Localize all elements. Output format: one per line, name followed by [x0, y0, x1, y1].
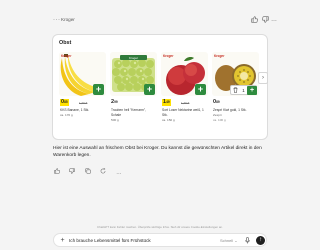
- app-label: Kroger: [61, 17, 75, 22]
- product-card[interactable]: Kroger + 149 1,79 € Sort Loser Nektarine…: [161, 52, 208, 138]
- product-name: Sort Loser Nektarine weiß, 1 Stk.: [162, 108, 204, 117]
- increase-quantity-button[interactable]: +: [247, 86, 257, 95]
- product-price: 149: [162, 99, 171, 106]
- old-price: 1,39 €: [79, 101, 88, 105]
- product-carousel-card: Obst Kroger + 085 1,39 € KKS Banane, 1 S…: [52, 34, 268, 140]
- product-name: Zespri Kiwi gold, 1 Stk.: [213, 108, 247, 112]
- brand-logo: Kroger: [214, 54, 225, 58]
- carousel-next-button[interactable]: ›: [258, 72, 268, 84]
- chevron-right-icon: ›: [262, 75, 264, 81]
- chat-input[interactable]: Ich brauche Lebensmittel fürs Frühstück: [69, 238, 151, 244]
- thumbs-down-icon[interactable]: [68, 168, 76, 176]
- quantity-value: 1: [242, 88, 245, 93]
- product-unit: 500 g: [111, 118, 119, 122]
- thumbs-up-icon[interactable]: [250, 16, 258, 26]
- product-unit: ca. 100 g: [213, 118, 226, 122]
- assistant-message: Hier ist eine Auswahl an frischem Obst b…: [53, 146, 262, 158]
- brand-logo: Kroger: [129, 56, 138, 60]
- product-card[interactable]: Kroger + 085 1,39 € KKS Banane, 1 Stk. c…: [59, 52, 106, 138]
- brand-logo: Kroger: [163, 54, 174, 58]
- product-brand-line: Zespri: [213, 113, 222, 117]
- mic-icon[interactable]: [244, 237, 251, 244]
- chat-input-bar: + Ich brauche Lebensmittel fürs Frühstüc…: [53, 233, 267, 247]
- old-price: 1,79 €: [181, 101, 190, 105]
- thumbs-up-icon[interactable]: [53, 168, 61, 176]
- more-icon[interactable]: …: [115, 169, 123, 177]
- plus-icon[interactable]: +: [58, 236, 67, 245]
- card-title: Obst: [59, 40, 72, 46]
- brand-logo: Kroger: [61, 54, 72, 58]
- thumbs-down-icon[interactable]: [261, 16, 269, 26]
- product-price: 299: [111, 99, 118, 105]
- mode-selector[interactable]: Schnell ⌄: [220, 238, 238, 244]
- send-icon: ↑: [259, 237, 262, 243]
- menu-dots-icon[interactable]: ···: [53, 17, 61, 23]
- product-name: KKS Banane, 1 Stk.: [60, 108, 90, 112]
- more-icon[interactable]: …: [270, 16, 278, 24]
- product-card[interactable]: Kroger + 299 Trauben hell "Kernarm", Sch…: [110, 52, 157, 138]
- refresh-icon[interactable]: [99, 168, 107, 176]
- disclaimer-text: ChatGPT kann Fehler machen. Überprüfe wi…: [97, 225, 223, 229]
- product-unit: ca. 150 g: [162, 118, 175, 122]
- product-name: Trauben hell "Kernarm", Schale: [111, 108, 147, 117]
- add-to-cart-button[interactable]: +: [93, 84, 104, 95]
- add-to-cart-button[interactable]: +: [195, 84, 206, 95]
- chevron-down-icon: ⌄: [234, 238, 238, 243]
- quantity-stepper[interactable]: 1 +: [230, 85, 257, 95]
- product-card[interactable]: Kroger 1 + 089 Zespri Kiwi gold, 1 Stk. …: [212, 52, 259, 138]
- trash-icon[interactable]: [232, 87, 239, 94]
- product-unit: ca. 170 g: [60, 113, 73, 117]
- send-button[interactable]: ↑: [256, 236, 265, 245]
- add-to-cart-button[interactable]: +: [144, 84, 155, 95]
- message-actions: …: [53, 161, 126, 176]
- product-price: 089: [213, 99, 220, 105]
- copy-icon[interactable]: [84, 168, 92, 176]
- product-price: 085: [60, 99, 69, 106]
